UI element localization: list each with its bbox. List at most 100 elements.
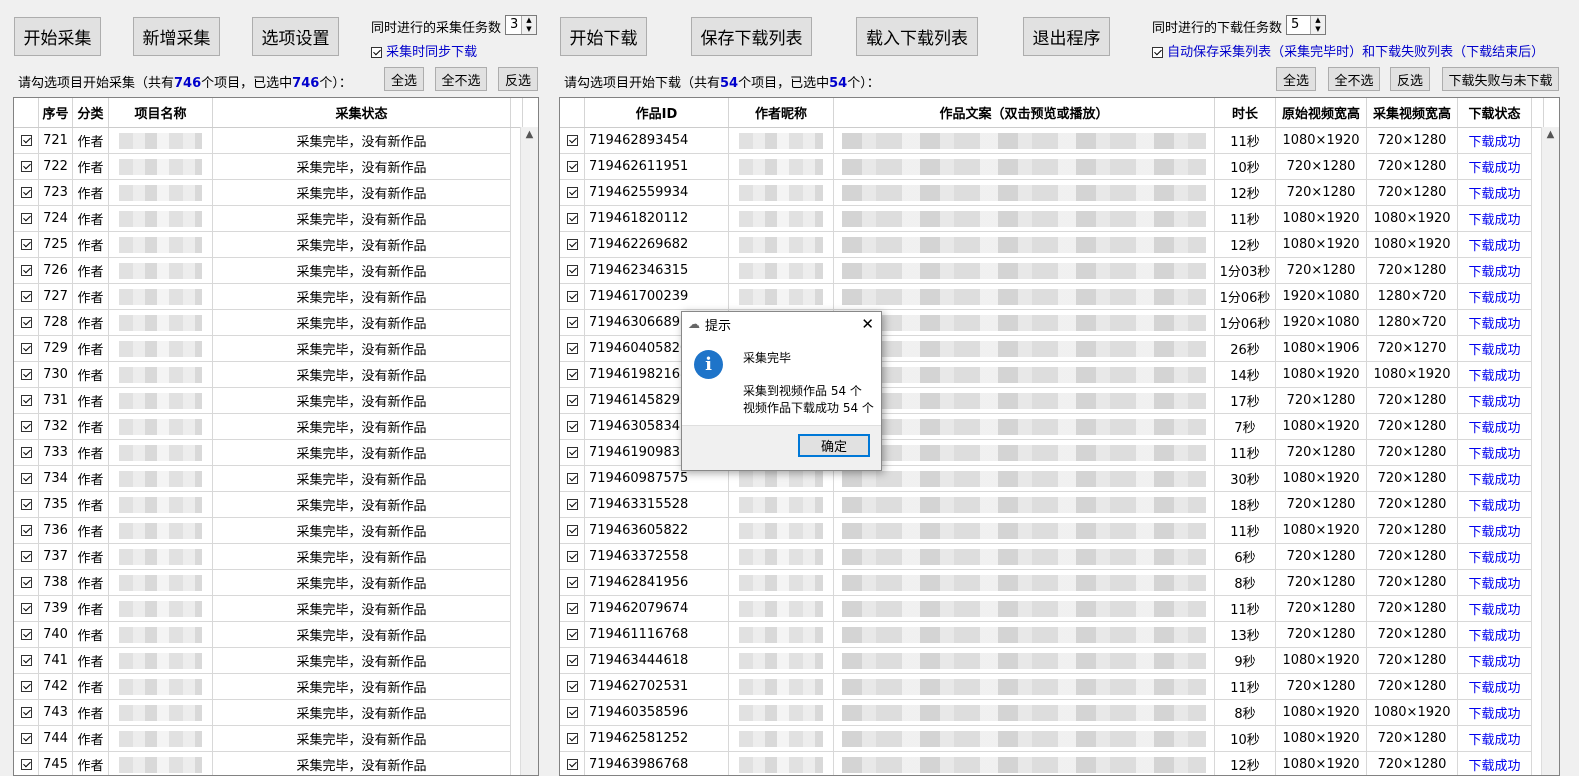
table-row[interactable]: 724 作者 采集完毕，没有新作品 xyxy=(14,206,511,232)
row-checkbox-box[interactable] xyxy=(20,265,32,276)
exit-button[interactable]: 退出程序 xyxy=(1023,17,1110,56)
row-checkbox[interactable] xyxy=(560,154,585,179)
row-checkbox-box[interactable] xyxy=(20,239,32,250)
row-dl-status[interactable]: 下载成功 xyxy=(1458,362,1532,387)
table-row[interactable]: 719462611951 10秒 720×1280 720×1280 下载成功 xyxy=(560,154,1532,180)
row-caption[interactable] xyxy=(834,544,1215,569)
row-caption[interactable] xyxy=(834,388,1215,413)
row-checkbox[interactable] xyxy=(14,674,39,699)
scroll-up-icon[interactable]: ▲ xyxy=(521,129,538,140)
table-row[interactable]: 719462702531 11秒 720×1280 720×1280 下载成功 xyxy=(560,674,1532,700)
table-row[interactable]: 738 作者 采集完毕，没有新作品 xyxy=(14,570,511,596)
header-check[interactable] xyxy=(560,98,585,127)
table-row[interactable]: 743 作者 采集完毕，没有新作品 xyxy=(14,700,511,726)
row-checkbox[interactable] xyxy=(14,206,39,231)
header-author[interactable]: 作者昵称 xyxy=(729,98,834,127)
row-checkbox[interactable] xyxy=(560,310,585,335)
row-dl-status[interactable]: 下载成功 xyxy=(1458,206,1532,231)
row-checkbox-box[interactable] xyxy=(566,525,578,536)
download-concurrent-spinner[interactable]: 5 ▲ ▼ xyxy=(1286,15,1326,35)
table-row[interactable]: 744 作者 采集完毕，没有新作品 xyxy=(14,726,511,752)
header-status[interactable]: 采集状态 xyxy=(213,98,511,127)
row-checkbox[interactable] xyxy=(14,284,39,309)
row-caption[interactable] xyxy=(834,492,1215,517)
header-caption[interactable]: 作品文案（双击预览或播放） xyxy=(834,98,1215,127)
sync-download-option[interactable]: 采集时同步下载 xyxy=(371,41,477,60)
table-row[interactable]: 719462559934 12秒 720×1280 720×1280 下载成功 xyxy=(560,180,1532,206)
row-checkbox-box[interactable] xyxy=(566,161,578,172)
row-checkbox-box[interactable] xyxy=(566,655,578,666)
row-checkbox-box[interactable] xyxy=(20,473,32,484)
row-dl-status[interactable]: 下载成功 xyxy=(1458,440,1532,465)
row-dl-status[interactable]: 下载成功 xyxy=(1458,154,1532,179)
download-invert-button[interactable]: 反选 xyxy=(1390,67,1430,91)
row-checkbox[interactable] xyxy=(14,648,39,673)
row-checkbox[interactable] xyxy=(560,180,585,205)
row-checkbox[interactable] xyxy=(560,726,585,751)
download-select-all-button[interactable]: 全选 xyxy=(1276,67,1316,91)
row-checkbox-box[interactable] xyxy=(566,733,578,744)
header-type[interactable]: 分类 xyxy=(73,98,109,127)
row-checkbox-box[interactable] xyxy=(566,603,578,614)
collect-invert-button[interactable]: 反选 xyxy=(498,67,538,91)
row-caption[interactable] xyxy=(834,232,1215,257)
row-checkbox[interactable] xyxy=(14,362,39,387)
row-checkbox-box[interactable] xyxy=(566,317,578,328)
row-checkbox-box[interactable] xyxy=(566,187,578,198)
row-dl-status[interactable]: 下载成功 xyxy=(1458,648,1532,673)
row-dl-status[interactable]: 下载成功 xyxy=(1458,570,1532,595)
table-row[interactable]: 719462841956 8秒 720×1280 720×1280 下载成功 xyxy=(560,570,1532,596)
row-dl-status[interactable]: 下载成功 xyxy=(1458,414,1532,439)
row-checkbox-box[interactable] xyxy=(566,681,578,692)
row-checkbox-box[interactable] xyxy=(566,369,578,380)
row-checkbox-box[interactable] xyxy=(566,499,578,510)
table-row[interactable]: 734 作者 采集完毕，没有新作品 xyxy=(14,466,511,492)
row-checkbox[interactable] xyxy=(560,752,585,775)
table-row[interactable]: 719463605822 11秒 1080×1920 720×1280 下载成功 xyxy=(560,518,1532,544)
row-checkbox[interactable] xyxy=(14,492,39,517)
row-checkbox-box[interactable] xyxy=(20,135,32,146)
close-icon[interactable]: ✕ xyxy=(861,315,874,333)
row-dl-status[interactable]: 下载成功 xyxy=(1458,128,1532,153)
row-caption[interactable] xyxy=(834,284,1215,309)
row-checkbox-box[interactable] xyxy=(566,629,578,640)
row-checkbox-box[interactable] xyxy=(20,395,32,406)
table-row[interactable]: 719461700239 1分06秒 1920×1080 1280×720 下载成功 xyxy=(560,284,1532,310)
row-checkbox[interactable] xyxy=(14,128,39,153)
table-row[interactable]: 719460358596 8秒 1080×1920 1080×1920 下载成功 xyxy=(560,700,1532,726)
row-dl-status[interactable]: 下载成功 xyxy=(1458,544,1532,569)
row-checkbox[interactable] xyxy=(560,440,585,465)
row-checkbox-box[interactable] xyxy=(566,551,578,562)
row-checkbox[interactable] xyxy=(14,180,39,205)
options-button[interactable]: 选项设置 xyxy=(252,17,339,56)
table-row[interactable]: 719463315528 18秒 720×1280 720×1280 下载成功 xyxy=(560,492,1532,518)
download-select-none-button[interactable]: 全不选 xyxy=(1328,67,1380,91)
dialog-titlebar[interactable]: ☁ 提示 ✕ xyxy=(682,312,881,336)
row-checkbox-box[interactable] xyxy=(20,551,32,562)
row-caption[interactable] xyxy=(834,700,1215,725)
row-checkbox-box[interactable] xyxy=(20,603,32,614)
row-checkbox[interactable] xyxy=(14,154,39,179)
row-checkbox-box[interactable] xyxy=(566,759,578,770)
spinner-arrows-icon[interactable]: ▲ ▼ xyxy=(1310,16,1325,34)
row-dl-status[interactable]: 下载成功 xyxy=(1458,466,1532,491)
row-checkbox-box[interactable] xyxy=(566,421,578,432)
row-checkbox-box[interactable] xyxy=(20,369,32,380)
row-checkbox[interactable] xyxy=(560,258,585,283)
row-caption[interactable] xyxy=(834,414,1215,439)
row-checkbox[interactable] xyxy=(560,596,585,621)
table-row[interactable]: 742 作者 采集完毕，没有新作品 xyxy=(14,674,511,700)
row-checkbox[interactable] xyxy=(14,544,39,569)
row-checkbox-box[interactable] xyxy=(20,629,32,640)
row-dl-status[interactable]: 下载成功 xyxy=(1458,388,1532,413)
table-row[interactable]: 723 作者 采集完毕，没有新作品 xyxy=(14,180,511,206)
row-checkbox-box[interactable] xyxy=(20,759,32,770)
row-dl-status[interactable]: 下载成功 xyxy=(1458,518,1532,543)
autosave-checkbox[interactable] xyxy=(1152,47,1163,58)
table-row[interactable]: 719461820112 11秒 1080×1920 1080×1920 下载成功 xyxy=(560,206,1532,232)
row-checkbox-box[interactable] xyxy=(20,707,32,718)
ok-button[interactable]: 确定 xyxy=(798,434,870,457)
row-caption[interactable] xyxy=(834,206,1215,231)
row-caption[interactable] xyxy=(834,154,1215,179)
table-row[interactable]: 741 作者 采集完毕，没有新作品 xyxy=(14,648,511,674)
